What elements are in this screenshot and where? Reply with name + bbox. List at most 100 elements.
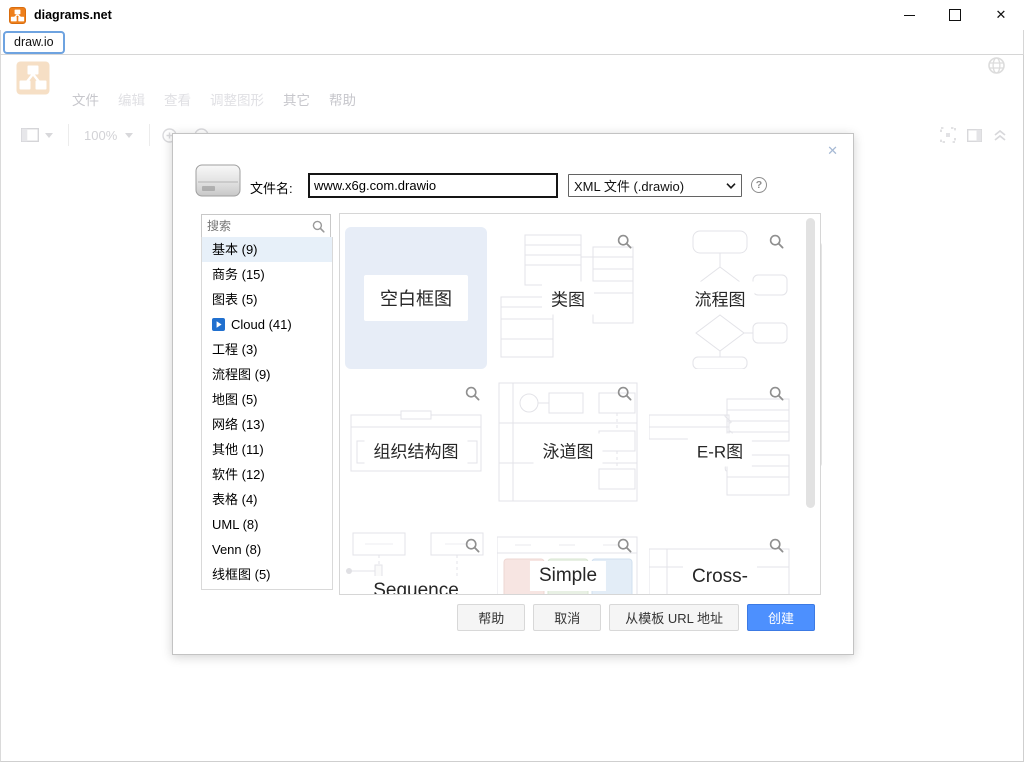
maximize-icon: [949, 9, 961, 21]
template-label: Simple: [530, 561, 606, 591]
filetype-select[interactable]: XML 文件 (.drawio): [568, 174, 742, 197]
sidebar-item-wireframes[interactable]: 线框图 (5): [202, 562, 332, 587]
template-label: E-R图: [688, 434, 752, 467]
format-panel-icon[interactable]: [967, 129, 982, 142]
tab-strip: draw.io: [0, 30, 1024, 55]
template-url-button[interactable]: 从模板 URL 地址: [609, 604, 739, 631]
template-swimlane[interactable]: 泳道图: [497, 379, 639, 521]
template-label: Sequence: [364, 576, 468, 595]
sidebar-item-maps[interactable]: 地图 (5): [202, 387, 332, 412]
preview-zoom-icon[interactable]: [465, 538, 480, 558]
preview-zoom-icon[interactable]: [617, 538, 632, 558]
template-er-diagram[interactable]: E-R图: [649, 379, 791, 521]
minimize-button[interactable]: [886, 0, 932, 30]
cancel-button[interactable]: 取消: [533, 604, 601, 631]
minimize-icon: [904, 15, 915, 16]
menu-edit[interactable]: 编辑: [118, 89, 145, 109]
filename-label: 文件名:: [250, 178, 293, 197]
sidebar-item-label: 商务 (15): [212, 262, 265, 287]
toolbar-separator: [68, 124, 69, 146]
drawio-logo-icon: [16, 61, 50, 100]
close-icon: ✕: [996, 7, 1007, 23]
chevron-down-icon[interactable]: [45, 133, 53, 138]
sidebar-item-network[interactable]: 网络 (13): [202, 412, 332, 437]
template-grid: 空白框图类图流程图组织结构图泳道图 E-R图 Sequence Simple Cross…: [339, 213, 821, 595]
play-video-icon: [212, 318, 225, 331]
preview-zoom-icon[interactable]: [769, 234, 784, 254]
preview-zoom-icon[interactable]: [769, 538, 784, 558]
sidebar-item-charts[interactable]: 图表 (5): [202, 287, 332, 312]
dialog-footer: 帮助取消从模板 URL 地址创建: [457, 604, 815, 631]
search-input[interactable]: [202, 219, 310, 233]
template-blank[interactable]: 空白框图: [345, 227, 487, 369]
menu-view[interactable]: 查看: [164, 89, 191, 109]
template-flowchart[interactable]: 流程图: [649, 227, 791, 369]
sidebar-item-flowcharts[interactable]: 流程图 (9): [202, 362, 332, 387]
select-caret-icon: [726, 183, 736, 189]
sidebar-item-label: 图表 (5): [212, 287, 258, 312]
sidebar-item-label: 表格 (4): [212, 487, 258, 512]
search-icon: [312, 220, 325, 233]
toolbar-right-group: [940, 118, 1007, 152]
chevron-down-icon[interactable]: [125, 133, 133, 138]
template-simple[interactable]: Simple: [497, 531, 639, 595]
filetype-selected-value: XML 文件 (.drawio): [574, 176, 684, 195]
sidebar-item-label: 地图 (5): [212, 387, 258, 412]
fit-page-icon[interactable]: [940, 127, 956, 143]
tab-drawio[interactable]: draw.io: [3, 31, 65, 54]
sidebar-item-basic[interactable]: 基本 (9): [202, 237, 332, 262]
template-scrollbar-thumb[interactable]: [806, 218, 815, 508]
sidebar-item-uml[interactable]: UML (8): [202, 512, 332, 537]
sidebar-item-engineering[interactable]: 工程 (3): [202, 337, 332, 362]
page-view-icon[interactable]: [21, 128, 39, 142]
sidebar-item-business[interactable]: 商务 (15): [202, 262, 332, 287]
help-button[interactable]: 帮助: [457, 604, 525, 631]
sidebar-item-cloud[interactable]: Cloud (41): [202, 312, 332, 337]
app-logo-icon: [9, 7, 26, 24]
sidebar-item-label: 其他 (11): [212, 437, 264, 462]
preview-zoom-icon[interactable]: [617, 234, 632, 254]
zoom-level[interactable]: 100%: [84, 128, 117, 143]
template-sequence[interactable]: Sequence: [345, 531, 487, 595]
template-label: Cross-: [683, 562, 757, 592]
toolbar-separator: [149, 124, 150, 146]
title-bar: diagrams.net ✕: [0, 0, 1024, 30]
sidebar-item-tables[interactable]: 表格 (4): [202, 487, 332, 512]
collapse-toolbar-icon[interactable]: [993, 129, 1007, 142]
sidebar-item-venn[interactable]: Venn (8): [202, 537, 332, 562]
app-window: { "window": { "title": "diagrams.net", "…: [0, 0, 1024, 762]
preview-zoom-icon[interactable]: [465, 386, 480, 406]
menu-extras[interactable]: 其它: [283, 89, 310, 109]
sidebar-item-label: 软件 (12): [212, 462, 265, 487]
template-label: 空白框图: [364, 275, 468, 321]
sidebar-item-label: 工程 (3): [212, 337, 258, 362]
sidebar-item-label: 基本 (9): [212, 237, 258, 262]
create-button[interactable]: 创建: [747, 604, 815, 631]
search-box: [201, 214, 331, 238]
template-label: 组织结构图: [365, 434, 468, 467]
maximize-button[interactable]: [932, 0, 978, 30]
menu-area: 文件编辑查看调整图形其它帮助: [0, 55, 1024, 118]
close-button[interactable]: ✕: [978, 0, 1024, 30]
template-cross[interactable]: Cross-: [649, 531, 791, 595]
template-org-chart[interactable]: 组织结构图: [345, 379, 487, 521]
window-title: diagrams.net: [34, 8, 112, 22]
language-globe-icon[interactable]: [988, 57, 1005, 79]
filename-input[interactable]: [308, 173, 558, 198]
sidebar-item-label: 流程图 (9): [212, 362, 271, 387]
menu-bar: 文件编辑查看调整图形其它帮助: [72, 89, 356, 109]
menu-file[interactable]: 文件: [72, 89, 99, 109]
sidebar-item-other[interactable]: 其他 (11): [202, 437, 332, 462]
sidebar-item-label: Venn (8): [212, 537, 261, 562]
menu-arrange[interactable]: 调整图形: [210, 89, 264, 109]
preview-zoom-icon[interactable]: [617, 386, 632, 406]
category-list: 基本 (9)商务 (15)图表 (5)Cloud (41)工程 (3)流程图 (…: [201, 237, 333, 590]
sidebar-item-software[interactable]: 软件 (12): [202, 462, 332, 487]
preview-zoom-icon[interactable]: [769, 386, 784, 406]
help-icon[interactable]: ?: [751, 177, 767, 193]
menu-help[interactable]: 帮助: [329, 89, 356, 109]
dialog-close-icon[interactable]: ✕: [827, 143, 838, 159]
template-class-diagram[interactable]: 类图: [497, 227, 639, 369]
sidebar-item-label: 线框图 (5): [212, 562, 271, 587]
new-file-dialog: ✕ 文件名: XML 文件 (.drawio) ?: [172, 133, 854, 655]
